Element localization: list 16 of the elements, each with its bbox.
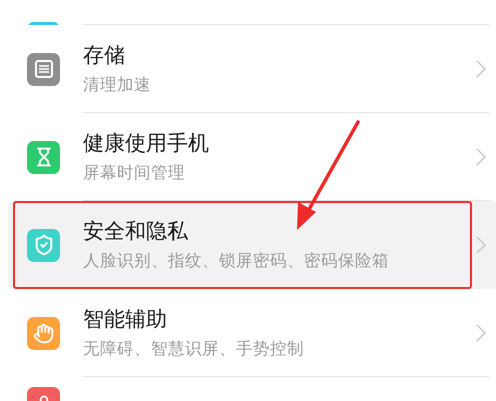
setting-title: 智能辅助: [83, 306, 168, 332]
setting-title: 健康使用手机: [83, 130, 210, 156]
setting-title: 安全和隐私: [83, 218, 189, 244]
settings-row[interactable]: 安全和隐私 人脸识别、指纹、锁屏密码、密码保险箱: [8, 201, 496, 289]
setting-title: 存储: [83, 42, 126, 68]
list-icon: [34, 59, 54, 79]
setting-subtitle: 屏幕时间管理: [83, 162, 186, 184]
hand-icon: [33, 322, 54, 344]
setting-subtitle: 人脸识别、指纹、锁屏密码、密码保险箱: [83, 250, 390, 272]
shield-check-icon: [32, 234, 54, 256]
chevron-icon: [476, 236, 486, 254]
setting-subtitle: 清理加速: [83, 74, 152, 96]
setting-subtitle: 无障碍、智慧识屏、手势控制: [83, 338, 305, 360]
chevron-icon: [476, 60, 486, 78]
chevron-icon: [476, 148, 486, 166]
chevron-icon: [476, 324, 486, 342]
